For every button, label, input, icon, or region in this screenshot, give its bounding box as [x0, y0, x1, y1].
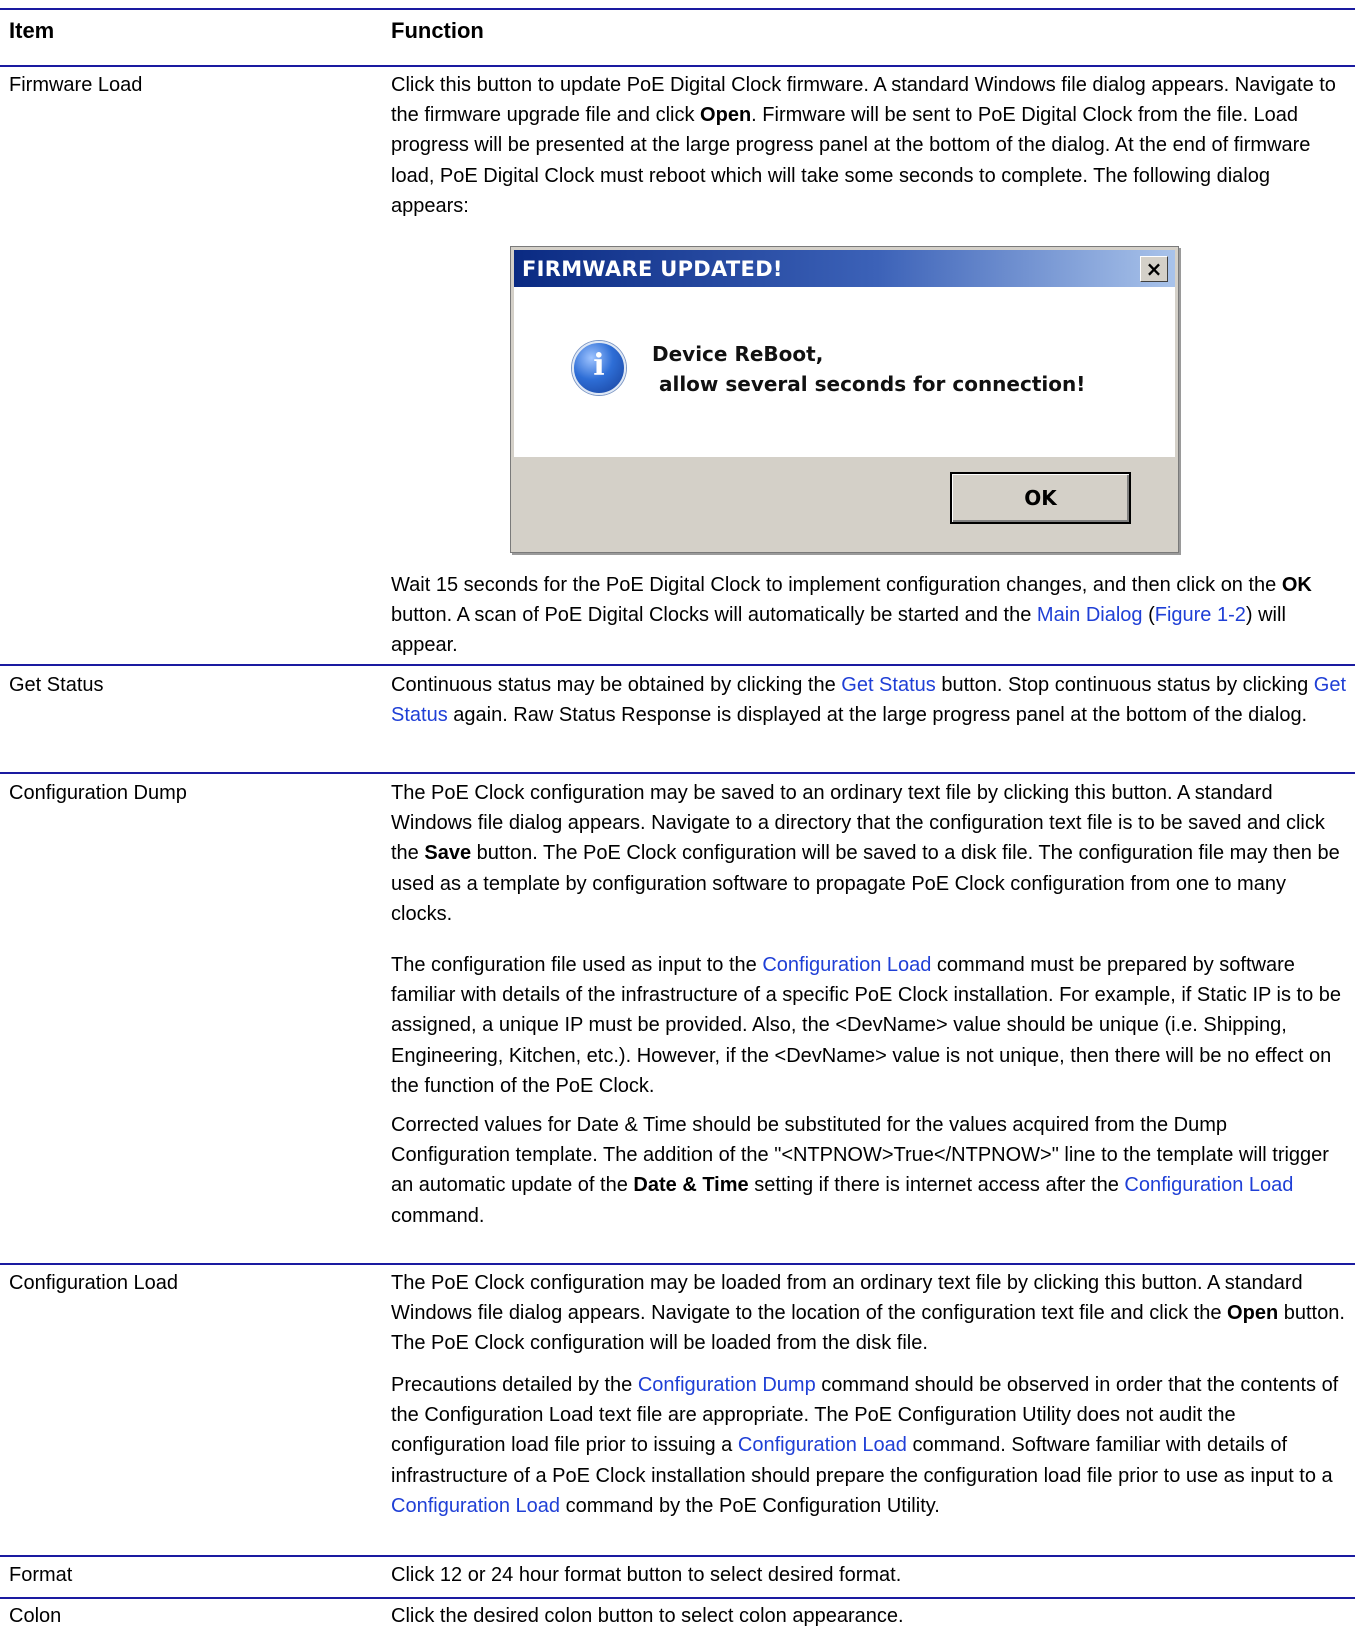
- configuration-dump-paragraph-2: The configuration file used as input to …: [391, 954, 1342, 1097]
- row-divider: [0, 664, 1355, 666]
- item-configuration-dump: Configuration Dump: [9, 782, 187, 804]
- column-header-function: Function: [391, 18, 484, 43]
- row-divider: [0, 1597, 1355, 1599]
- item-firmware-load: Firmware Load: [9, 74, 143, 96]
- item-get-status: Get Status: [9, 674, 104, 696]
- row-divider: [0, 1555, 1355, 1557]
- ok-button[interactable]: OK: [950, 472, 1131, 524]
- info-icon: i: [572, 341, 626, 395]
- row-divider: [0, 1263, 1355, 1265]
- item-configuration-load: Configuration Load: [9, 1272, 179, 1294]
- configuration-dump-description: The PoE Clock configuration may be saved…: [391, 782, 1340, 925]
- main-dialog-link[interactable]: Main Dialog: [1037, 604, 1143, 626]
- get-status-link[interactable]: Get Status: [841, 674, 936, 696]
- configuration-dump-link[interactable]: Configuration Dump: [638, 1374, 816, 1396]
- figure-1-2-link[interactable]: Figure 1-2: [1155, 604, 1246, 626]
- configuration-load-description: The PoE Clock configuration may be loade…: [391, 1272, 1345, 1355]
- configuration-load-link[interactable]: Configuration Load: [391, 1495, 560, 1517]
- get-status-description: Continuous status may be obtained by cli…: [391, 674, 1347, 727]
- table-top-rule: [0, 8, 1355, 10]
- item-colon: Colon: [9, 1605, 62, 1627]
- firmware-load-description: Click this button to update PoE Digital …: [391, 74, 1336, 217]
- item-format: Format: [9, 1564, 73, 1586]
- dialog-message: Device ReBoot, allow several seconds for…: [652, 342, 1086, 396]
- configuration-dump-paragraph-3: Corrected values for Date & Time should …: [391, 1114, 1329, 1227]
- configuration-load-link[interactable]: Configuration Load: [762, 954, 931, 976]
- dialog-title-bar[interactable]: FIRMWARE UPDATED! ×: [514, 250, 1175, 287]
- firmware-updated-dialog: FIRMWARE UPDATED! × i Device ReBoot, all…: [510, 246, 1179, 553]
- dialog-title: FIRMWARE UPDATED!: [522, 257, 783, 281]
- close-icon[interactable]: ×: [1140, 256, 1168, 282]
- colon-description: Click the desired colon button to select…: [391, 1605, 904, 1627]
- configuration-load-link[interactable]: Configuration Load: [738, 1434, 907, 1456]
- table-header-rule: [0, 65, 1355, 67]
- configuration-load-link[interactable]: Configuration Load: [1124, 1174, 1293, 1196]
- configuration-load-paragraph-2: Precautions detailed by the Configuratio…: [391, 1374, 1339, 1517]
- firmware-load-followup: Wait 15 seconds for the PoE Digital Cloc…: [391, 574, 1312, 657]
- dialog-body: i Device ReBoot, allow several seconds f…: [514, 287, 1175, 457]
- format-description: Click 12 or 24 hour format button to sel…: [391, 1564, 902, 1586]
- column-header-item: Item: [9, 18, 55, 43]
- row-divider: [0, 772, 1355, 774]
